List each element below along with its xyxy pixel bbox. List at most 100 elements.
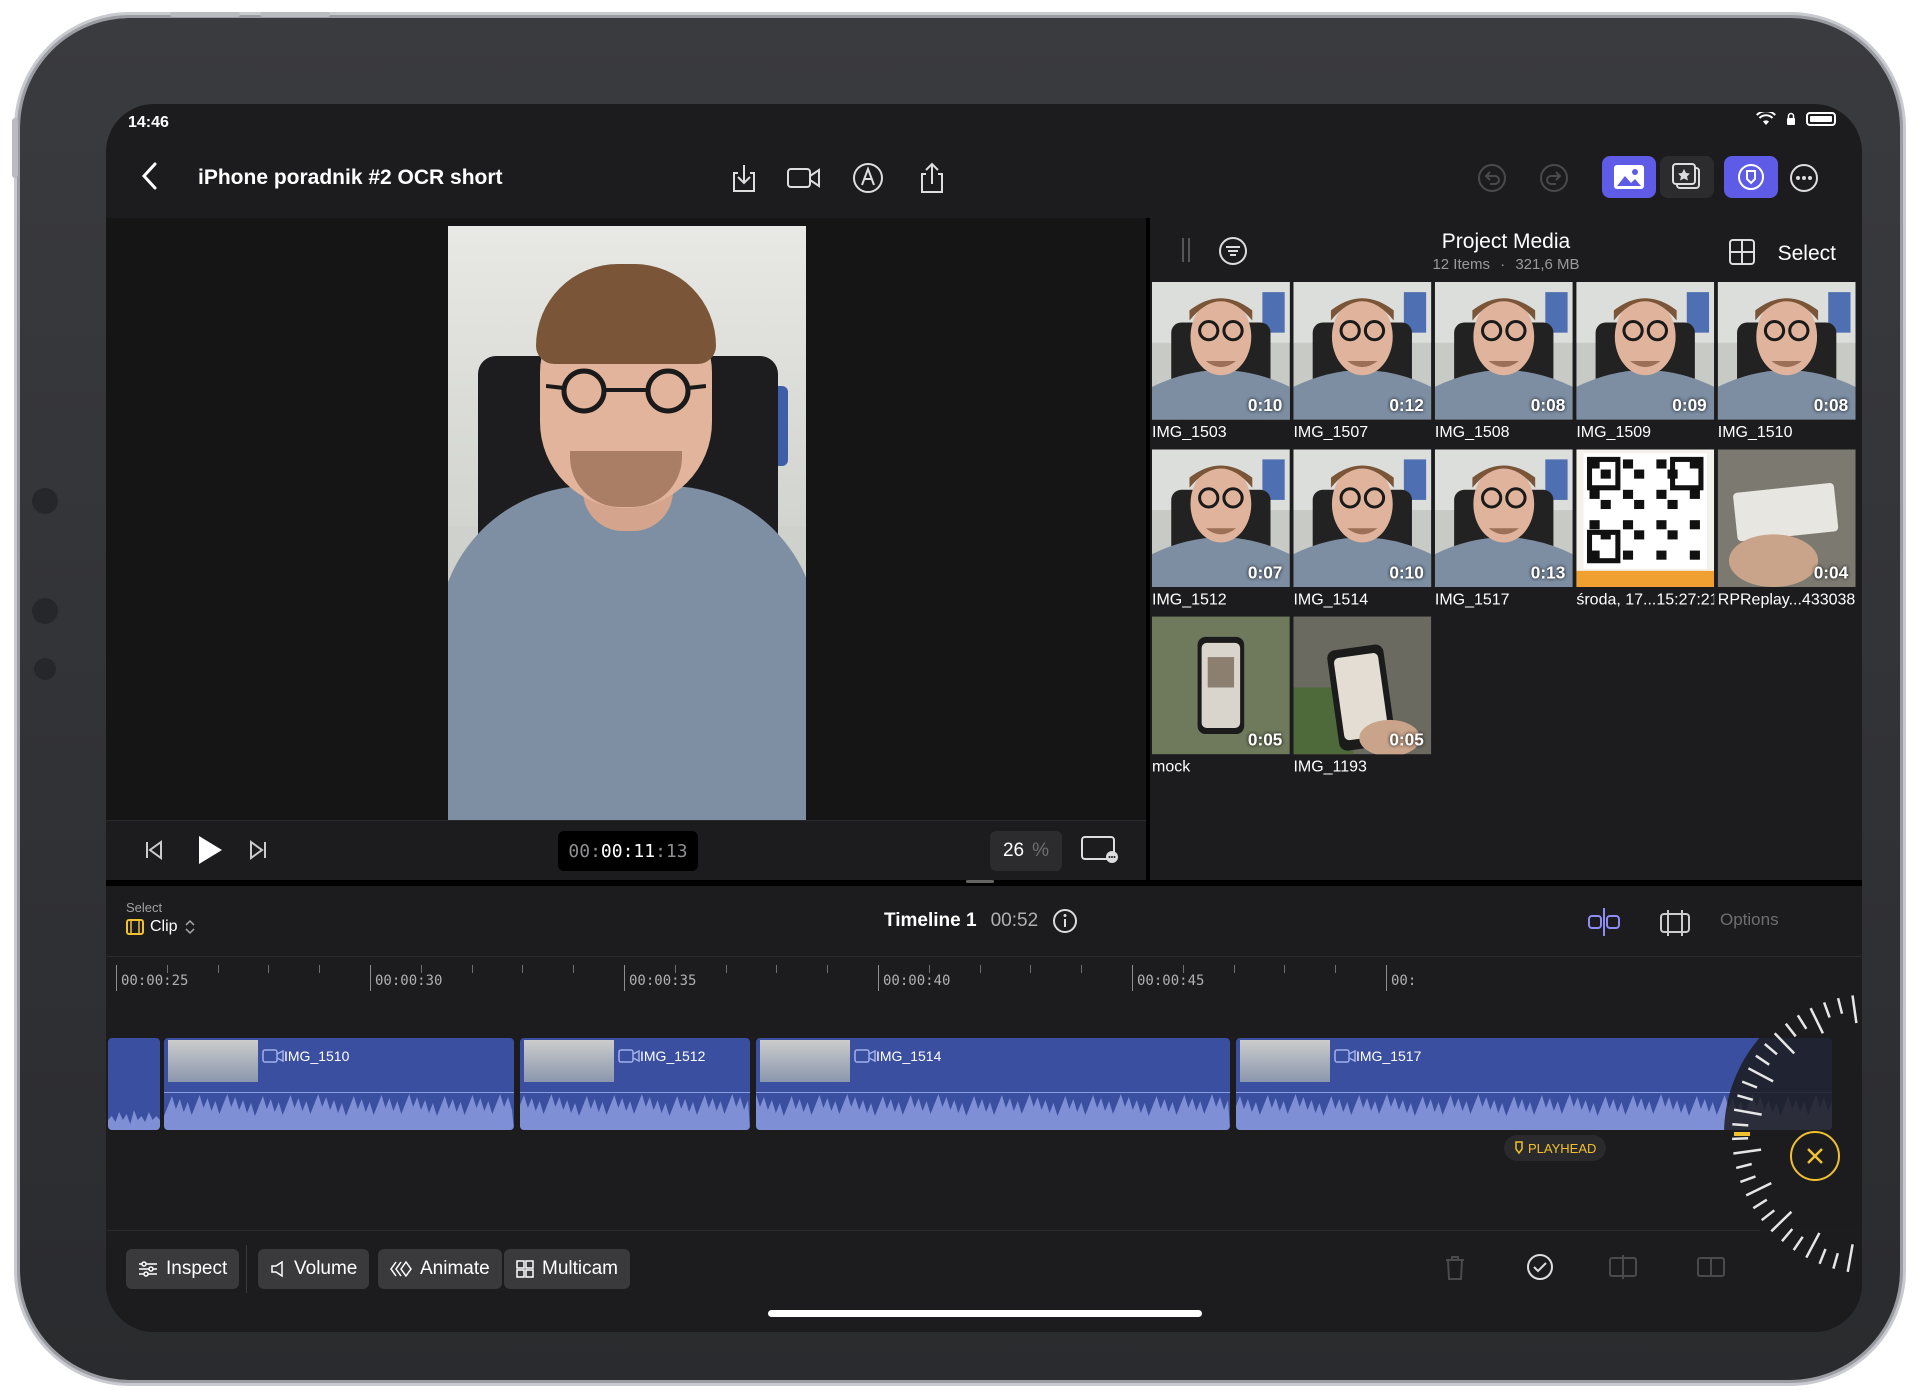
snapping-button[interactable] xyxy=(1586,906,1622,943)
back-button[interactable] xyxy=(140,160,160,201)
wifi-icon xyxy=(1756,112,1776,125)
checkmark-button[interactable] xyxy=(1526,1253,1554,1286)
close-jog-button[interactable] xyxy=(1790,1131,1840,1181)
media-item[interactable]: 0:04 RPReplay...4330380 xyxy=(1717,449,1856,656)
ruler-tick xyxy=(1386,965,1387,991)
more-button[interactable] xyxy=(1784,158,1824,198)
animate-label: Animate xyxy=(420,1258,490,1279)
snapping-icon xyxy=(1588,908,1620,936)
share-button[interactable] xyxy=(912,158,952,198)
sliders-icon xyxy=(139,1261,157,1277)
zoom-value: 26 xyxy=(1002,840,1025,861)
timeline-title-group: Timeline 1 00:52 xyxy=(884,908,1078,934)
playhead-badge[interactable]: PLAYHEAD xyxy=(1504,1135,1607,1161)
media-name: IMG_1512 xyxy=(1152,589,1227,608)
timeline-tracks[interactable]: IMG_1510 IMG_1512 IMG_1514 IMG_1517 xyxy=(106,1016,1862,1146)
media-browser: Project Media 12 Items · 321,6 MB Select… xyxy=(1150,218,1862,880)
viewer-zoom-control[interactable]: 26 % xyxy=(990,831,1062,871)
media-name: IMG_1193 xyxy=(1293,756,1367,776)
ruler-tick xyxy=(370,965,371,991)
media-item[interactable]: 0:05 mock xyxy=(1152,616,1290,824)
multicam-button[interactable]: Multicam xyxy=(504,1249,631,1289)
grid-view-button[interactable] xyxy=(1728,238,1756,271)
select-button[interactable]: Select xyxy=(1778,242,1836,266)
chevron-left-icon xyxy=(141,162,157,190)
timeline-clip[interactable]: IMG_1510 xyxy=(162,1036,516,1132)
animate-icon xyxy=(390,1260,412,1278)
media-item[interactable]: środa, 17...15:27:21 xyxy=(1576,449,1715,656)
media-thumbnail: 0:04 xyxy=(1717,449,1856,588)
select-caption: Select xyxy=(126,900,163,915)
delete-button[interactable] xyxy=(1444,1255,1466,1286)
ruler-minor-tick xyxy=(268,965,270,973)
media-browser-toggle[interactable] xyxy=(1602,156,1656,198)
divider-grip[interactable] xyxy=(966,880,994,883)
video-clip-icon xyxy=(262,1049,284,1063)
sensor-2 xyxy=(34,658,56,680)
inspect-button[interactable]: Inspect xyxy=(126,1249,240,1289)
undo-button[interactable] xyxy=(1472,158,1512,198)
timeline-name: Timeline 1 xyxy=(884,910,977,931)
grid-icon xyxy=(1729,239,1755,265)
media-thumbnail: 0:08 xyxy=(1434,282,1573,420)
media-duration: 0:09 xyxy=(1672,395,1707,415)
voiceover-button[interactable] xyxy=(848,158,888,198)
playhead-label: PLAYHEAD xyxy=(1528,1140,1597,1156)
timeline-ruler[interactable]: 00:00:25 00:00:30 00:00:35 00:00:40 00:00:45… xyxy=(106,956,1862,1016)
ruler-minor-tick xyxy=(522,965,524,973)
zoom-unit: % xyxy=(1032,840,1050,861)
skimming-icon xyxy=(1660,910,1690,936)
camera-button[interactable] xyxy=(782,158,826,198)
clip-label: IMG_1512 xyxy=(640,1048,706,1064)
volume-button-toolbar[interactable]: Volume xyxy=(258,1249,370,1289)
audio-waveform xyxy=(756,1094,1230,1130)
viewer-options-button[interactable] xyxy=(1080,833,1120,872)
media-name: IMG_1507 xyxy=(1293,422,1369,441)
ruler-minor-tick xyxy=(1182,965,1184,973)
timecode-display[interactable]: 00: 00:11:13 xyxy=(558,831,698,871)
media-name: mock xyxy=(1152,756,1191,776)
skip-back-icon xyxy=(146,840,162,860)
skimming-button[interactable] xyxy=(1658,906,1692,943)
jog-wheel[interactable] xyxy=(1722,984,1862,1284)
redo-button[interactable] xyxy=(1534,158,1574,198)
ruler-minor-tick xyxy=(1081,965,1083,973)
options-menu[interactable]: Options xyxy=(1720,910,1779,930)
import-button[interactable] xyxy=(724,158,764,198)
media-thumbnail: 0:12 xyxy=(1293,282,1432,420)
clip-icon xyxy=(126,919,144,935)
media-duration: 0:05 xyxy=(1389,729,1424,750)
home-indicator xyxy=(768,1310,1202,1317)
animate-button[interactable]: Animate xyxy=(378,1249,502,1289)
timeline-clip-partial[interactable] xyxy=(106,1036,162,1132)
split-button[interactable] xyxy=(1608,1255,1638,1284)
pen-circle-icon xyxy=(853,163,883,193)
info-icon[interactable] xyxy=(1052,908,1078,934)
clip-thumbnail xyxy=(760,1040,850,1082)
status-bar: 14:46 xyxy=(106,104,1862,140)
video-clip-icon xyxy=(854,1049,876,1063)
media-item[interactable]: 0:05 IMG_1193 xyxy=(1293,616,1432,824)
video-viewer[interactable] xyxy=(106,218,1146,862)
media-duration: 0:05 xyxy=(1247,729,1283,750)
volume-button xyxy=(12,118,18,178)
status-time: 14:46 xyxy=(128,114,169,131)
play-button[interactable] xyxy=(196,834,224,871)
effects-button[interactable] xyxy=(1660,156,1714,198)
select-mode-menu[interactable]: Clip xyxy=(126,918,196,936)
share-icon xyxy=(921,162,943,193)
skip-forward-button[interactable] xyxy=(248,839,268,866)
media-item[interactable]: 0:13 IMG_1517 xyxy=(1434,449,1573,656)
timeline-clip[interactable]: IMG_1514 xyxy=(754,1036,1232,1132)
undo-icon xyxy=(1478,164,1506,192)
skip-back-button[interactable] xyxy=(144,839,164,866)
ruler-label: 00:00:40 xyxy=(883,973,951,989)
inspector-toggle[interactable] xyxy=(1724,156,1778,198)
media-thumbnail: 0:05 xyxy=(1152,616,1290,755)
clip-label: IMG_1514 xyxy=(876,1048,942,1064)
media-thumbnail xyxy=(1576,449,1715,588)
media-thumbnail: 0:13 xyxy=(1434,449,1573,588)
timeline-clip[interactable]: IMG_1512 xyxy=(518,1036,752,1132)
timeline-duration: 00:52 xyxy=(990,910,1039,931)
timecode-frames: :13 xyxy=(655,840,688,862)
